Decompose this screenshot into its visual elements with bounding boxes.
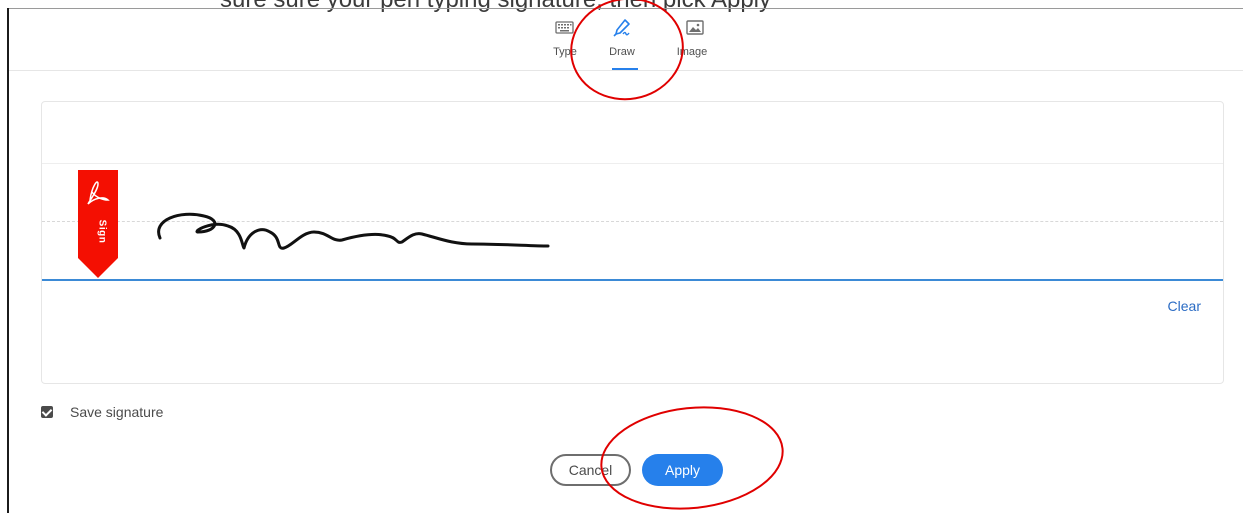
sign-here-tag: Sign (78, 170, 118, 283)
tab-draw[interactable]: Draw (597, 18, 647, 70)
tab-type[interactable]: Type (540, 18, 590, 58)
image-icon (686, 20, 704, 35)
tab-image[interactable]: Image (670, 18, 720, 58)
tab-draw-label: Draw (609, 46, 635, 58)
signature-draw-area[interactable]: Sign Clear (41, 101, 1224, 384)
dialog-top-border (9, 8, 1243, 9)
clear-signature-link[interactable]: Clear (1168, 298, 1201, 314)
tab-type-label: Type (553, 46, 577, 58)
window-left-edge (0, 0, 9, 513)
tabs-divider (9, 70, 1243, 71)
background-instruction-text: sure sure your pen typing signature, the… (220, 0, 771, 14)
tab-image-label: Image (676, 46, 708, 58)
signature-baseline (42, 279, 1223, 281)
panel-top-guide (42, 163, 1223, 164)
sign-tag-label: Sign (96, 219, 108, 244)
save-signature-checkbox[interactable] (41, 406, 53, 418)
pen-icon (613, 19, 630, 37)
drawn-signature-stroke (157, 212, 550, 250)
save-signature-label: Save signature (70, 404, 164, 420)
apply-button[interactable]: Apply (642, 454, 723, 486)
cancel-button[interactable]: Cancel (550, 454, 631, 486)
save-signature-row: Save signature (41, 402, 163, 422)
keyboard-icon (555, 21, 574, 34)
